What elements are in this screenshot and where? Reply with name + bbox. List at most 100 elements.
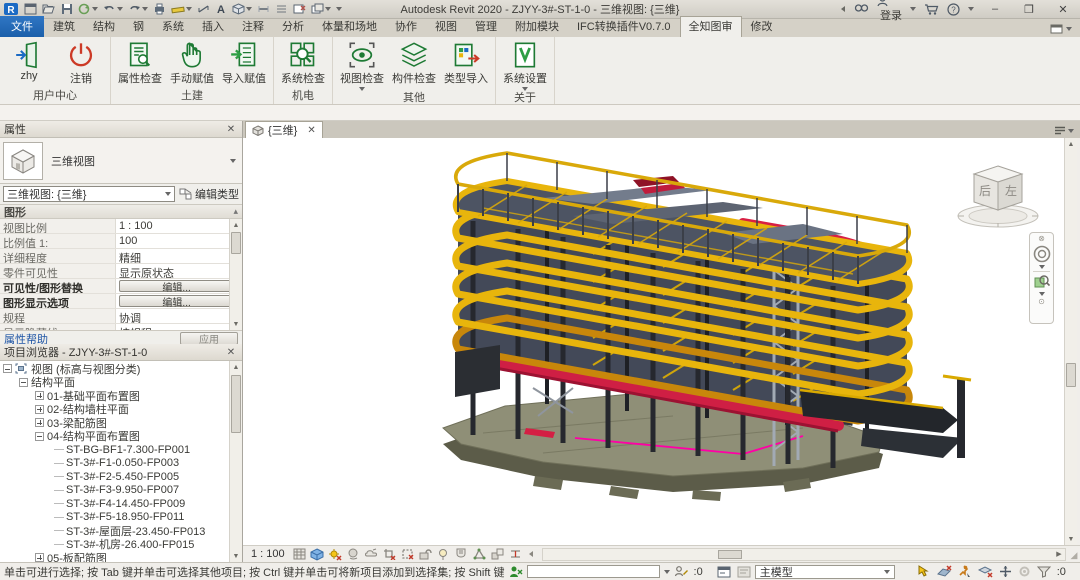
reveal-hidden-icon[interactable] xyxy=(436,547,451,561)
manual-assign-button[interactable]: 手动赋值 xyxy=(167,39,217,86)
tab-view[interactable]: 视图 xyxy=(426,16,466,37)
show-rendering-icon[interactable] xyxy=(364,547,379,561)
view-instance-combo[interactable]: 三维视图: {三维} xyxy=(3,186,175,202)
tree-leaf-view[interactable]: ST-3#-机房-26.400-FP015 xyxy=(0,538,242,552)
panel-label-user-center[interactable]: 用户中心 xyxy=(0,89,110,104)
tree-node[interactable]: 04-结构平面布置图 xyxy=(0,430,242,444)
save-icon[interactable] xyxy=(61,3,73,15)
import-assign-button[interactable]: 导入赋值 xyxy=(219,39,269,86)
sync-icon[interactable] xyxy=(78,3,98,15)
selection-filter-icon[interactable] xyxy=(1037,565,1051,578)
redo-icon[interactable] xyxy=(128,3,148,15)
tree-leaf-view[interactable]: ST-3#-F3-9.950-FP007 xyxy=(0,484,242,498)
system-settings-button[interactable]: 系统设置 xyxy=(500,39,550,91)
aligned-dimension-icon[interactable] xyxy=(197,3,210,15)
view-check-button[interactable]: 视图检查 xyxy=(337,39,387,91)
collapse-icon[interactable] xyxy=(35,432,44,441)
tab-systems[interactable]: 系统 xyxy=(153,16,193,37)
worksharing-request-field[interactable] xyxy=(527,565,660,578)
sun-path-icon[interactable] xyxy=(328,547,343,561)
type-import-button[interactable]: 类型导入 xyxy=(441,39,491,86)
tag-icon[interactable]: A xyxy=(215,3,227,15)
visibility-edit-button[interactable]: 编辑... xyxy=(119,280,234,292)
undo-icon[interactable] xyxy=(103,3,123,15)
tree-node[interactable]: 02-结构墙柱平面 xyxy=(0,403,242,417)
browser-scrollbar[interactable]: ▲▼ xyxy=(229,361,242,562)
component-check-button[interactable]: 构件检查 xyxy=(389,39,439,86)
editing-requests-icon[interactable] xyxy=(674,565,688,578)
unlocked-view-icon[interactable] xyxy=(418,547,433,561)
property-row[interactable]: 规程协调 xyxy=(0,309,242,324)
system-check-button[interactable]: 系统检查 xyxy=(278,39,328,86)
tab-modify[interactable]: 修改 xyxy=(742,16,782,37)
navbar-more-icon[interactable]: ⊙ xyxy=(1038,298,1045,306)
tree-leaf-view[interactable]: ST-BG-BF1-7.300-FP001 xyxy=(0,443,242,457)
viewcube[interactable]: 后 左 xyxy=(954,158,1042,232)
print-icon[interactable] xyxy=(153,3,166,15)
zoom-caret-icon[interactable] xyxy=(1039,292,1045,296)
property-row[interactable]: 比例值 1:100 xyxy=(0,234,242,249)
measure-icon[interactable] xyxy=(171,3,192,15)
collapse-icon[interactable] xyxy=(3,364,12,373)
tab-addins[interactable]: 附加模块 xyxy=(506,16,568,37)
tree-node[interactable]: 05-板配筋图 xyxy=(0,551,242,562)
property-row[interactable]: 零件可见性显示原状态 xyxy=(0,264,242,279)
expand-icon[interactable] xyxy=(35,418,44,427)
sign-in-label[interactable]: 登录 xyxy=(880,10,902,22)
navbar-close-icon[interactable]: ⊗ xyxy=(1038,235,1045,243)
tab-file[interactable]: 文件 xyxy=(0,16,44,37)
tab-analyze[interactable]: 分析 xyxy=(273,16,313,37)
select-by-face-icon[interactable] xyxy=(978,565,993,578)
steering-wheel-icon[interactable] xyxy=(1033,245,1051,263)
crop-view-icon[interactable] xyxy=(382,547,397,561)
panel-label-other[interactable]: 其他 xyxy=(333,91,495,105)
tree-leaf-view[interactable]: ST-3#-F2-5.450-FP005 xyxy=(0,470,242,484)
properties-scrollbar[interactable]: ▲▼ xyxy=(229,219,242,330)
panel-label-civil[interactable]: 土建 xyxy=(111,89,273,104)
edit-type-button[interactable]: 编辑类型 xyxy=(179,186,239,202)
app-store-icon[interactable] xyxy=(924,3,939,15)
tab-architecture[interactable]: 建筑 xyxy=(44,16,84,37)
select-underlay-icon[interactable] xyxy=(937,565,952,578)
qat-customize-icon[interactable] xyxy=(336,3,342,15)
detail-level-icon[interactable] xyxy=(292,547,307,561)
tab-insert[interactable]: 插入 xyxy=(193,16,233,37)
tab-quanzhi-review[interactable]: 全知图审 xyxy=(680,16,742,37)
expand-icon[interactable] xyxy=(35,405,44,414)
wheel-caret-icon[interactable] xyxy=(1039,265,1045,269)
workset-gray-icon[interactable] xyxy=(737,566,751,578)
scale-control[interactable]: 1 : 100 xyxy=(251,548,285,560)
sign-in-icon[interactable]: 登录 xyxy=(877,0,902,23)
view-tab-close-icon[interactable]: ✕ xyxy=(307,125,315,136)
temporary-view-properties-icon[interactable] xyxy=(454,547,469,561)
vcb-collapse-icon[interactable] xyxy=(528,550,534,558)
drawing-area[interactable]: 后 左 ⊗ ⊙ xyxy=(243,138,1064,545)
worksharing-caret-icon[interactable] xyxy=(664,570,670,574)
panel-label-about[interactable]: 关于 xyxy=(496,91,554,105)
worksets-dialog-icon[interactable] xyxy=(717,566,731,578)
project-browser-close-icon[interactable]: ✕ xyxy=(224,347,238,358)
shadows-icon[interactable] xyxy=(346,547,361,561)
switch-windows-icon[interactable] xyxy=(311,3,331,15)
select-pinned-icon[interactable] xyxy=(958,565,972,578)
property-row[interactable]: 视图比例1 : 100 xyxy=(0,219,242,234)
view-tab-3d[interactable]: {三维} ✕ xyxy=(245,121,323,138)
zhy-button[interactable]: zhy xyxy=(4,39,54,82)
property-row[interactable]: 详细程度精细 xyxy=(0,249,242,264)
active-workset-combo[interactable]: 主模型 xyxy=(755,565,895,579)
graphics-section-header[interactable]: 图形▴ xyxy=(0,204,242,219)
revit-logo-icon[interactable]: R xyxy=(4,2,19,16)
property-check-button[interactable]: 属性检查 xyxy=(115,39,165,86)
displacement-sets-icon[interactable] xyxy=(490,547,505,561)
tab-manage[interactable]: 管理 xyxy=(466,16,506,37)
expand-icon[interactable] xyxy=(35,553,44,562)
analytical-model-icon[interactable] xyxy=(472,547,487,561)
tab-massing-site[interactable]: 体量和场地 xyxy=(313,16,386,37)
navigation-bar[interactable]: ⊗ ⊙ xyxy=(1029,232,1054,324)
close-hidden-windows-icon[interactable] xyxy=(293,3,306,15)
help-caret-icon[interactable] xyxy=(968,7,974,11)
tab-structure[interactable]: 结构 xyxy=(84,16,124,37)
minimize-button[interactable]: – xyxy=(982,1,1008,18)
3d-model-view[interactable] xyxy=(243,138,1064,545)
section-icon[interactable] xyxy=(257,3,270,15)
